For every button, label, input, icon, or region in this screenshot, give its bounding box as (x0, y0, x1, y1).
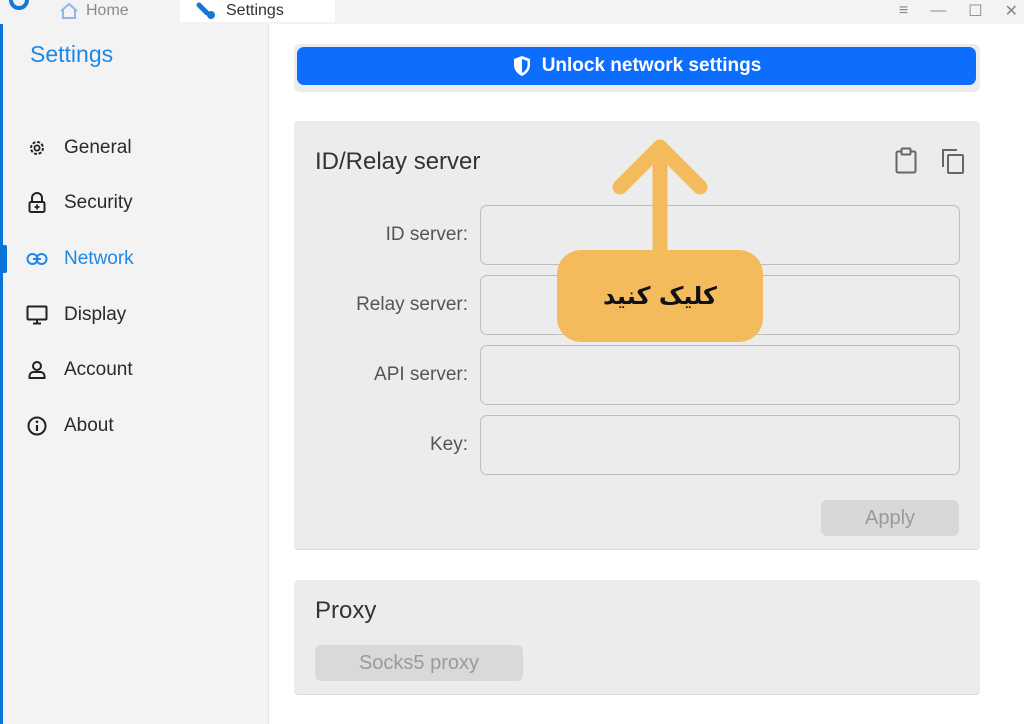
window-controls: ≡ — ☐ ✕ (899, 0, 1024, 22)
apply-button[interactable]: Apply (821, 500, 959, 536)
sidebar: Settings General Security Network Displa… (3, 24, 269, 724)
sidebar-item-label: Security (64, 192, 133, 214)
api-server-row: API server: (294, 345, 980, 405)
close-icon[interactable]: ✕ (1005, 1, 1018, 21)
tab-home[interactable]: Home (60, 0, 129, 22)
unlock-network-settings-button[interactable]: Unlock network settings (297, 47, 976, 85)
proxy-card: Proxy Socks5 proxy (294, 580, 980, 695)
clipboard-paste-icon[interactable] (894, 147, 918, 175)
main-panel: Unlock network settings ID/Relay server … (270, 24, 1024, 724)
proxy-card-title: Proxy (315, 597, 377, 624)
key-label: Key: (429, 434, 468, 455)
menu-icon[interactable]: ≡ (899, 2, 908, 20)
key-row: Key: (294, 415, 980, 475)
sidebar-item-display[interactable]: Display (3, 287, 269, 343)
shield-icon (513, 56, 530, 76)
sidebar-item-account[interactable]: Account (3, 342, 269, 398)
tab-settings-label: Settings (226, 2, 284, 19)
wrench-icon (196, 2, 215, 19)
sidebar-title: Settings (30, 41, 114, 67)
relay-card-tools (894, 147, 966, 175)
sidebar-nav: General Security Network Display Account (3, 120, 269, 454)
tab-settings[interactable]: Settings (180, 0, 335, 22)
relay-server-label: Relay server: (356, 294, 468, 315)
person-icon (26, 359, 48, 381)
home-icon (60, 3, 78, 19)
sidebar-item-label: General (64, 136, 132, 158)
sidebar-item-label: Account (64, 359, 133, 381)
unlock-button-label: Unlock network settings (541, 55, 762, 76)
info-icon (26, 415, 48, 437)
socks5-proxy-button[interactable]: Socks5 proxy (315, 645, 523, 681)
sidebar-item-label: Network (64, 247, 134, 269)
sidebar-item-network[interactable]: Network (3, 231, 269, 287)
api-server-input[interactable] (480, 345, 960, 405)
relay-card-title: ID/Relay server (315, 148, 481, 175)
click-here-callout: کلیک کنید (557, 250, 763, 342)
sidebar-item-security[interactable]: Security (3, 176, 269, 232)
id-server-label: ID server: (385, 224, 468, 245)
gear-icon (26, 137, 48, 159)
title-bar: Home Settings ≡ — ☐ ✕ (0, 0, 1024, 24)
sidebar-item-label: Display (64, 303, 127, 325)
sidebar-item-label: About (64, 414, 114, 436)
up-arrow-annotation-icon (612, 139, 708, 260)
link-icon (26, 248, 48, 270)
copy-icon[interactable] (940, 147, 966, 175)
lock-icon (26, 192, 48, 214)
minimize-icon[interactable]: — (930, 2, 946, 20)
app-logo-icon (9, 0, 29, 10)
sidebar-item-about[interactable]: About (3, 398, 269, 454)
maximize-icon[interactable]: ☐ (968, 1, 982, 21)
sidebar-item-general[interactable]: General (3, 120, 269, 176)
api-server-label: API server: (374, 364, 468, 385)
unlock-container: Unlock network settings (294, 44, 980, 92)
tab-home-label: Home (86, 2, 129, 19)
monitor-icon (26, 304, 48, 326)
key-input[interactable] (480, 415, 960, 475)
